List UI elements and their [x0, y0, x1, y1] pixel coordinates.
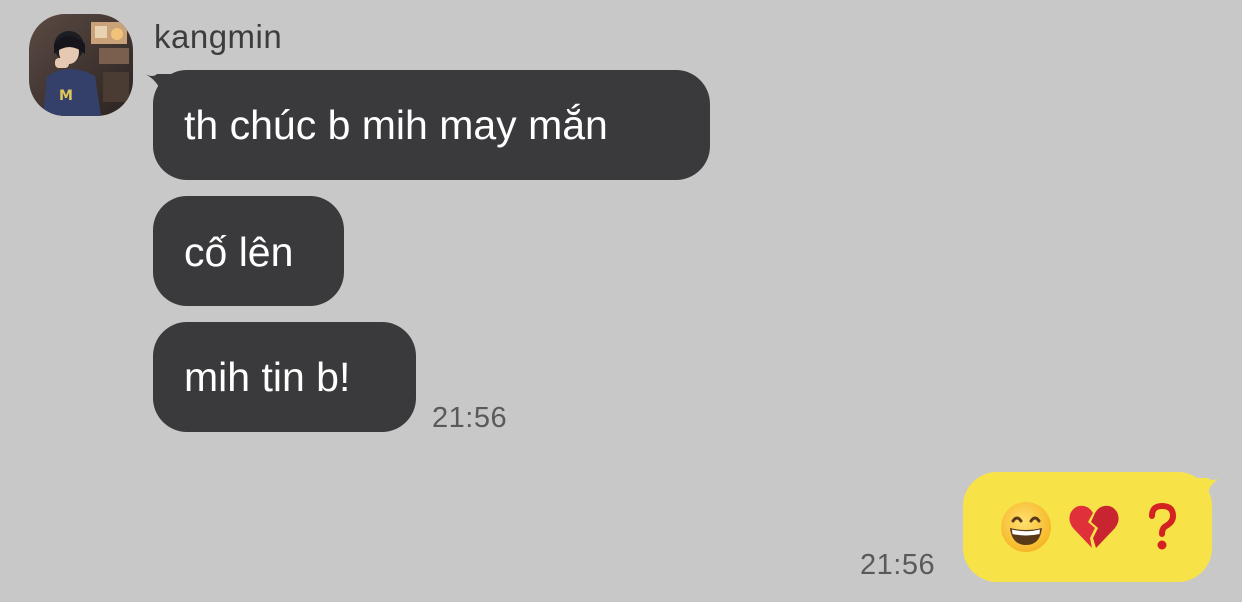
broken-heart-icon: [1067, 500, 1121, 554]
incoming-message-bubble[interactable]: th chúc b mih may mắn: [153, 70, 710, 180]
sender-name: kangmin: [154, 18, 283, 55]
grinning-face-icon: [999, 500, 1053, 554]
question-mark-icon: [1135, 500, 1189, 554]
outgoing-timestamp: 21:56: [860, 549, 936, 581]
outgoing-message-bubble[interactable]: [963, 472, 1212, 582]
sender-avatar[interactable]: M: [29, 14, 133, 116]
incoming-timestamp: 21:56: [432, 402, 508, 434]
incoming-message-bubble[interactable]: mih tin b!: [153, 322, 416, 432]
profile-photo-icon: M: [29, 14, 133, 116]
incoming-message-bubble[interactable]: cố lên: [153, 196, 344, 306]
svg-text:M: M: [59, 88, 73, 104]
